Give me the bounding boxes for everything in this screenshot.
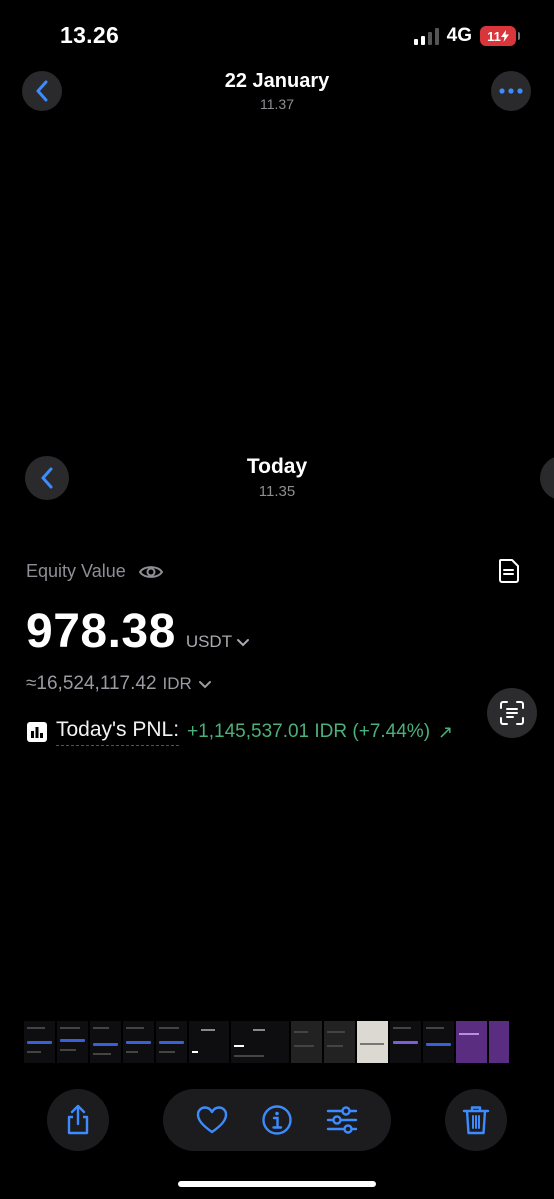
thumbnail[interactable] xyxy=(156,1021,187,1063)
status-indicators: 4G 11 xyxy=(413,25,520,47)
live-text-icon xyxy=(500,701,524,725)
idr-value: ≈16,524,117.42 xyxy=(26,673,157,694)
equity-value-row: 978.38 USDT xyxy=(26,604,250,659)
cellular-signal-icon xyxy=(413,27,439,45)
info-icon[interactable] xyxy=(261,1104,293,1136)
thumbnail[interactable] xyxy=(357,1021,388,1063)
screenshot-title: Today xyxy=(246,455,308,478)
thumbnail[interactable] xyxy=(231,1021,289,1063)
equity-label-row: Equity Value xyxy=(26,561,164,582)
eye-icon xyxy=(138,565,163,578)
equity-label: Equity Value xyxy=(26,561,126,581)
heart-icon[interactable] xyxy=(196,1105,228,1135)
charging-bolt-icon xyxy=(500,30,509,42)
thumbnail[interactable] xyxy=(24,1021,55,1063)
thumbnail[interactable] xyxy=(57,1021,88,1063)
photo-time-subtitle: 11.37 xyxy=(260,96,294,112)
more-options-button[interactable] xyxy=(491,71,531,111)
thumbnail[interactable] xyxy=(489,1021,509,1063)
screenshot-subtitle: 11.35 xyxy=(258,483,296,500)
bar-chart-icon xyxy=(27,722,47,742)
delete-button[interactable] xyxy=(445,1089,507,1151)
thumbnail[interactable] xyxy=(423,1021,454,1063)
network-type: 4G xyxy=(446,25,472,46)
chevron-down-icon xyxy=(237,638,250,646)
photo-date-title: 22 January xyxy=(224,70,330,92)
share-button[interactable] xyxy=(47,1089,109,1151)
battery-icon: 11 xyxy=(480,26,520,46)
live-text-button[interactable] xyxy=(487,688,537,738)
chevron-down-icon xyxy=(198,680,211,688)
thumbnail[interactable] xyxy=(390,1021,421,1063)
thumbnail-strip[interactable] xyxy=(24,1021,509,1063)
photo-actions-group xyxy=(163,1089,391,1151)
home-indicator[interactable] xyxy=(178,1181,376,1187)
idr-value-row: ≈16,524,117.42 IDR xyxy=(26,673,212,695)
status-time: 13.26 xyxy=(60,22,120,48)
thumbnail[interactable] xyxy=(291,1021,322,1063)
trash-icon xyxy=(462,1106,490,1135)
equity-value: 978.38 xyxy=(26,605,176,658)
pnl-row: Today's PNL: +1,145,537.01 IDR (+7.44%) … xyxy=(26,718,453,746)
thumbnail[interactable] xyxy=(123,1021,154,1063)
pnl-label: Today's PNL: xyxy=(56,718,180,746)
document-icon xyxy=(497,558,521,589)
thumbnail[interactable] xyxy=(90,1021,121,1063)
thumbnail[interactable] xyxy=(456,1021,487,1063)
thumbnail[interactable] xyxy=(324,1021,355,1063)
equity-unit-label: USDT xyxy=(185,632,233,651)
arrow-right-icon: ↗ xyxy=(438,721,454,742)
equity-unit: USDT xyxy=(186,632,250,652)
thumbnail[interactable] xyxy=(189,1021,229,1063)
sliders-icon[interactable] xyxy=(326,1105,358,1135)
idr-unit: IDR xyxy=(162,674,192,693)
ellipsis-icon xyxy=(499,88,523,94)
battery-level: 11 xyxy=(487,28,501,44)
share-icon xyxy=(67,1104,89,1135)
pnl-value: +1,145,537.01 IDR (+7.44%) xyxy=(187,721,431,742)
